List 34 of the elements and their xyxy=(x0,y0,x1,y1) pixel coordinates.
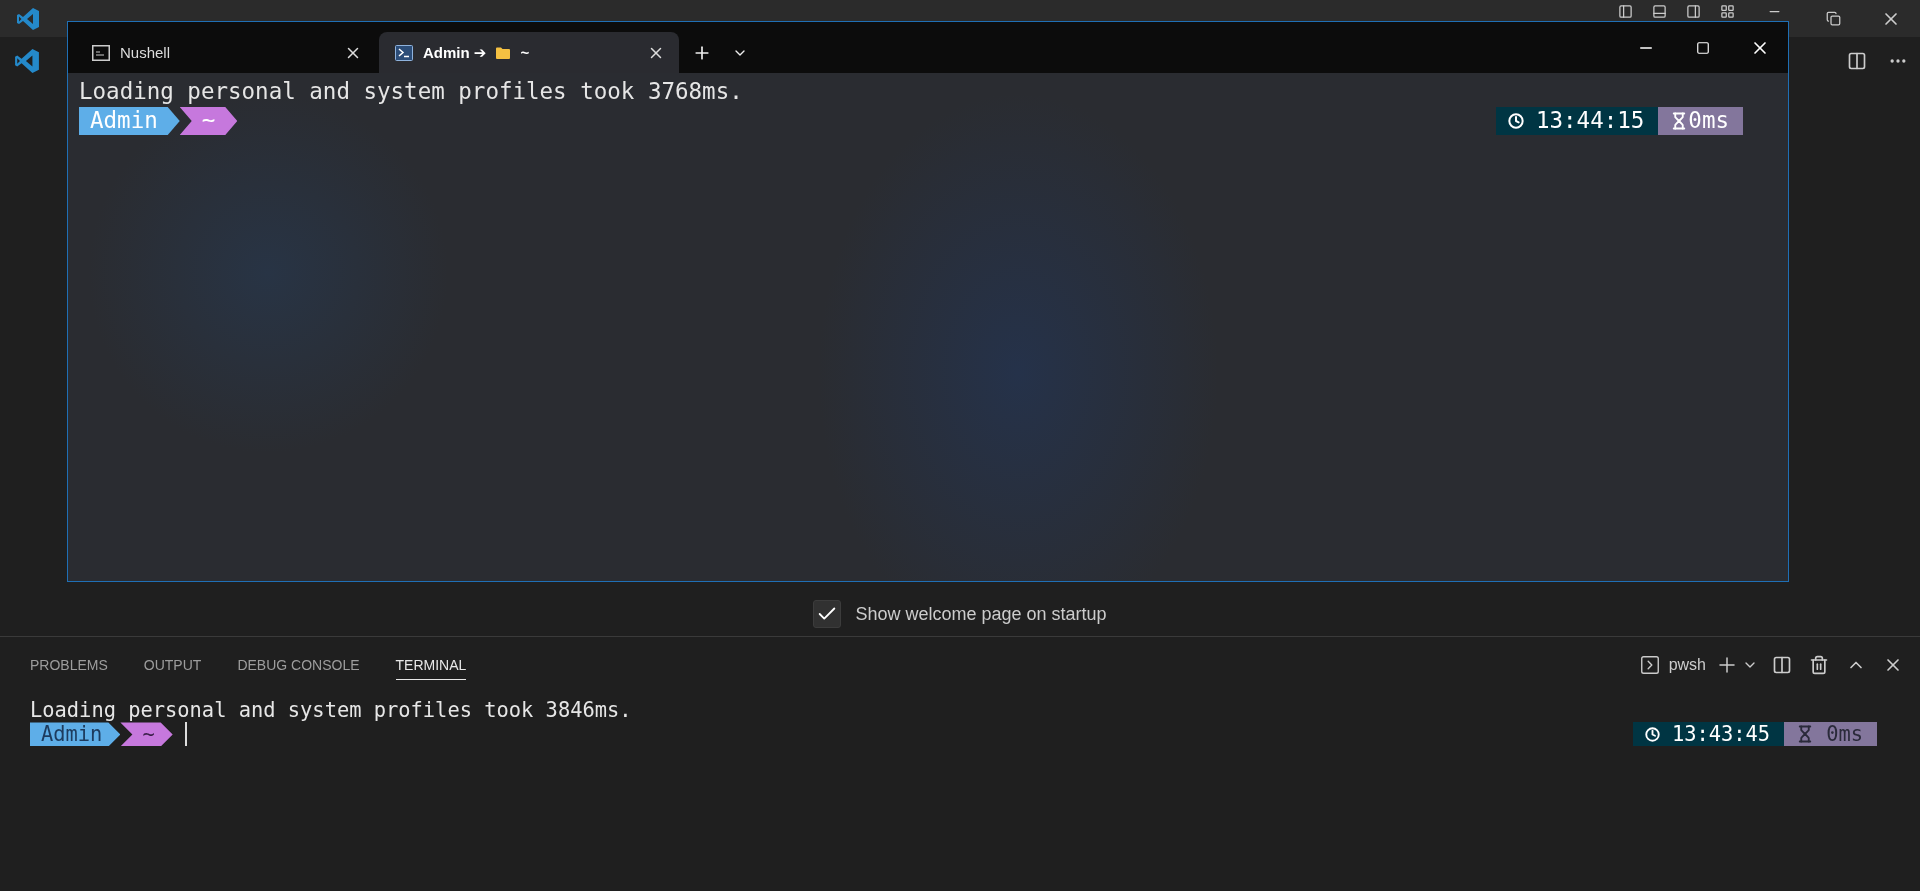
console-window-icon xyxy=(92,44,110,61)
terminal-icon[interactable] xyxy=(1638,654,1661,676)
shell-prompt-icon xyxy=(395,44,413,61)
tab-label: Nushell xyxy=(120,44,171,61)
terminal-profile[interactable]: pwsh xyxy=(1668,656,1706,674)
terminal-output-line: Loading personal and system profiles took 3768ms. xyxy=(79,79,744,105)
checkbox-label: Show welcome page on startup xyxy=(855,603,1107,625)
clock-icon xyxy=(1644,726,1660,742)
shell-tab[interactable]: Admin ➔ ~ xyxy=(379,32,679,73)
prompt-path-segment: ~ xyxy=(179,106,238,135)
vscode-logo-icon xyxy=(16,6,40,31)
prompt-time: 13:44:15 xyxy=(1536,107,1645,134)
panel-tab[interactable]: TERMINAL xyxy=(395,650,467,680)
prompt-path-segment: ~ xyxy=(120,722,173,747)
tab-label: Admin ➔ xyxy=(423,43,487,62)
shell-tab[interactable]: Nushell xyxy=(76,32,376,73)
layout-grid-icon[interactable] xyxy=(1719,4,1735,19)
prompt-user-segment: Admin xyxy=(79,106,180,135)
panel-tab[interactable]: DEBUG CONSOLE xyxy=(237,650,360,680)
prompt-time: 13:43:45 xyxy=(1671,722,1771,747)
prompt-duration: 0ms xyxy=(1688,107,1729,134)
panel-tab[interactable]: OUTPUT xyxy=(143,650,202,680)
layout-left-icon[interactable] xyxy=(1617,4,1633,19)
layout-bottom-icon[interactable] xyxy=(1651,4,1667,19)
tab-path: ~ xyxy=(520,44,530,61)
prompt-duration: 0ms xyxy=(1826,722,1863,747)
terminal-output-line: Loading personal and system profiles took 3846ms. xyxy=(30,699,633,723)
panel-tab[interactable]: PROBLEMS xyxy=(30,650,108,680)
clock-icon xyxy=(1508,112,1524,129)
layout-right-icon[interactable] xyxy=(1685,4,1701,19)
folder-icon xyxy=(496,46,511,59)
welcome-checkbox[interactable] xyxy=(813,600,842,628)
vscode-logo-icon xyxy=(14,48,40,74)
prompt-user-segment: Admin xyxy=(30,722,121,747)
